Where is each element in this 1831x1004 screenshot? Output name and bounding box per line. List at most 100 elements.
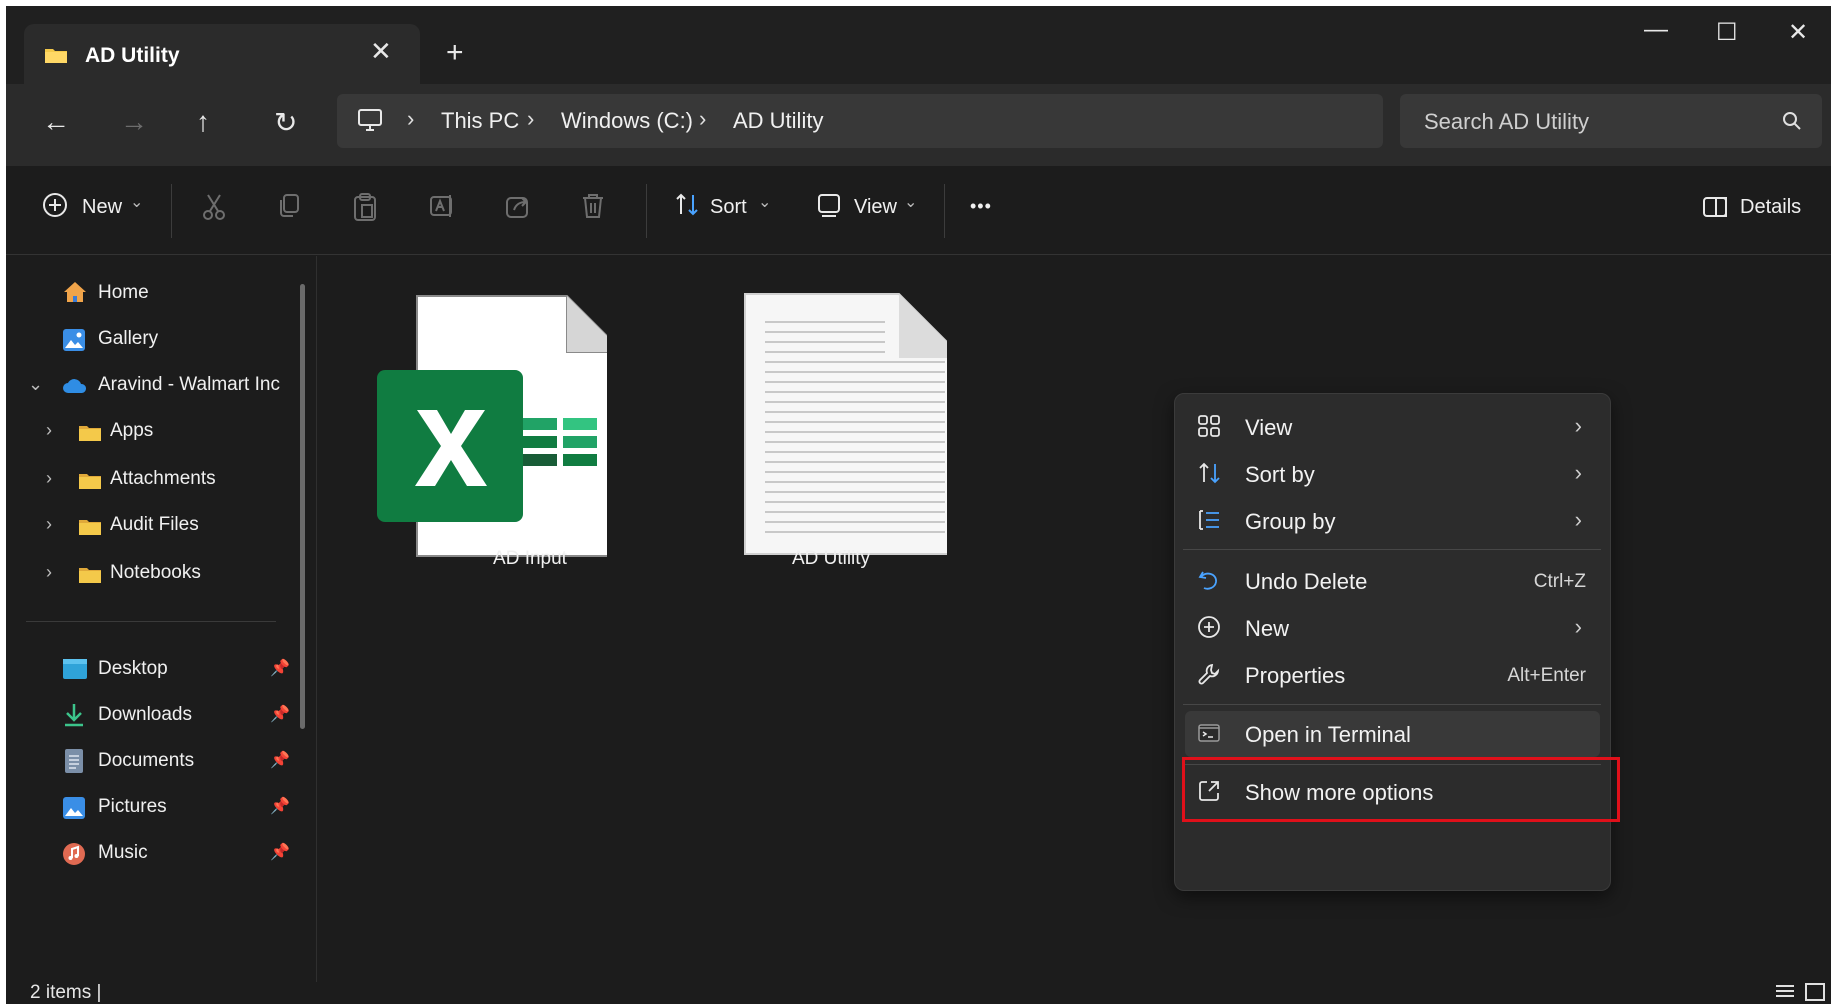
forward-button[interactable]: → <box>120 106 148 138</box>
view-button[interactable]: View <box>854 196 897 219</box>
view-chevron-icon: ⌄ <box>904 194 918 211</box>
menu-item-sort-by[interactable]: Sort by › <box>1175 451 1610 497</box>
excel-file-icon <box>377 294 624 565</box>
breadcrumb-windows-c[interactable]: Windows (C:) <box>561 108 693 134</box>
folder-icon <box>78 424 102 447</box>
item-count: 2 items | <box>30 982 102 1003</box>
pin-icon[interactable]: 📌 <box>270 750 290 770</box>
sidebar-item-notebooks[interactable]: Notebooks <box>110 562 201 584</box>
new-plus-icon <box>42 192 68 223</box>
menu-item-group-by[interactable]: Group by › <box>1175 498 1610 544</box>
tab-close-button[interactable]: ✕ <box>370 36 392 67</box>
menu-item-view[interactable]: View › <box>1175 404 1610 450</box>
menu-label: View <box>1245 415 1293 440</box>
toolbar-divider <box>646 184 647 238</box>
up-button[interactable]: ↑ <box>196 106 210 138</box>
paste-icon[interactable] <box>352 192 378 227</box>
details-button[interactable]: Details <box>1740 196 1801 219</box>
tiles-view-icon[interactable] <box>1804 982 1826 1004</box>
breadcrumb-separator: › <box>527 106 535 131</box>
minimize-button[interactable]: — <box>1644 16 1668 44</box>
submenu-arrow-icon: › <box>1574 507 1582 532</box>
menu-label: New <box>1245 616 1290 641</box>
monitor-icon <box>357 108 383 137</box>
gallery-icon <box>62 328 86 357</box>
downloads-icon <box>62 702 86 733</box>
menu-label: Open in Terminal <box>1245 722 1411 747</box>
copy-icon[interactable] <box>276 192 302 225</box>
pictures-icon <box>62 796 86 825</box>
rename-icon[interactable] <box>428 192 456 225</box>
breadcrumb-ad-utility[interactable]: AD Utility <box>733 108 823 134</box>
sort-icon <box>674 192 702 223</box>
sidebar-scrollbar[interactable] <box>300 284 305 729</box>
sidebar-item-downloads[interactable]: Downloads <box>98 704 192 726</box>
shortcut-label: Alt+Enter <box>1507 665 1586 686</box>
pin-icon[interactable]: 📌 <box>270 658 290 678</box>
undo-icon <box>1197 568 1221 597</box>
file-label[interactable]: AD Input <box>420 548 640 570</box>
submenu-arrow-icon: › <box>1574 460 1582 485</box>
sidebar-item-audit-files[interactable]: Audit Files <box>110 514 199 536</box>
pin-icon[interactable]: 📌 <box>270 704 290 724</box>
menu-item-new[interactable]: New › <box>1175 605 1610 651</box>
menu-label: Undo Delete <box>1245 569 1368 594</box>
file-label[interactable]: AD Utility <box>721 548 941 570</box>
shortcut-label: Ctrl+Z <box>1533 571 1586 592</box>
submenu-arrow-icon: › <box>1574 614 1582 639</box>
sidebar-item-home[interactable]: Home <box>98 282 149 304</box>
menu-label: Properties <box>1245 663 1346 688</box>
search-box[interactable]: Search AD Utility <box>1400 94 1822 148</box>
expand-chevron-icon[interactable]: ⌄ <box>28 374 43 395</box>
back-button[interactable]: ← <box>42 106 70 138</box>
new-button[interactable]: New <box>82 196 122 219</box>
expand-chevron-icon[interactable]: › <box>46 562 52 583</box>
file-item-ad-utility[interactable] <box>717 292 964 572</box>
sidebar-item-attachments[interactable]: Attachments <box>110 468 216 490</box>
sidebar-item-apps[interactable]: Apps <box>110 420 153 442</box>
group-by-icon <box>1197 508 1221 537</box>
menu-item-properties[interactable]: Properties Alt+Enter <box>1175 652 1610 698</box>
details-pane-icon <box>1702 196 1728 223</box>
sidebar-item-documents[interactable]: Documents <box>98 750 194 772</box>
music-icon <box>62 842 86 871</box>
terminal-icon <box>1197 721 1221 750</box>
expand-chevron-icon[interactable]: › <box>46 468 52 489</box>
details-view-icon[interactable] <box>1774 982 1796 1004</box>
wrench-icon <box>1197 662 1221 691</box>
sidebar-item-gallery[interactable]: Gallery <box>98 328 158 350</box>
address-bar[interactable]: › This PC › Windows (C:) › AD Utility <box>337 94 1383 148</box>
sort-chevron-icon: ⌄ <box>758 194 772 211</box>
refresh-button[interactable]: ↻ <box>274 106 297 139</box>
pin-icon[interactable]: 📌 <box>270 796 290 816</box>
search-placeholder: Search AD Utility <box>1424 109 1590 134</box>
expand-chevron-icon[interactable]: › <box>46 420 52 441</box>
sidebar-item-music[interactable]: Music <box>98 842 148 864</box>
folder-icon <box>78 566 102 589</box>
sidebar-item-desktop[interactable]: Desktop <box>98 658 168 680</box>
delete-icon[interactable] <box>580 192 606 225</box>
sort-button[interactable]: Sort <box>710 196 747 219</box>
menu-item-undo-delete[interactable]: Undo Delete Ctrl+Z <box>1175 558 1610 604</box>
expand-chevron-icon[interactable]: › <box>46 514 52 535</box>
sidebar-item-onedrive[interactable]: Aravind - Walmart Inc <box>98 374 280 396</box>
maximize-button[interactable]: ☐ <box>1716 18 1738 47</box>
sidebar-item-pictures[interactable]: Pictures <box>98 796 167 818</box>
command-bar: New ⌄ Sort ⌄ View ⌄ ••• Details <box>6 166 1831 255</box>
menu-item-open-in-terminal[interactable]: Open in Terminal <box>1185 711 1600 757</box>
cut-icon[interactable] <box>200 192 228 227</box>
breadcrumb-this-pc[interactable]: This PC <box>441 108 519 134</box>
folder-icon <box>78 472 102 495</box>
new-chevron-icon: ⌄ <box>130 194 144 211</box>
toolbar-divider <box>944 184 945 238</box>
file-item-ad-input[interactable] <box>377 294 624 574</box>
new-tab-button[interactable]: + <box>446 36 464 70</box>
breadcrumb-separator: › <box>407 106 415 131</box>
share-icon[interactable] <box>504 192 532 225</box>
submenu-arrow-icon: › <box>1574 413 1582 438</box>
pin-icon[interactable]: 📌 <box>270 842 290 862</box>
more-options-button[interactable]: ••• <box>970 196 992 217</box>
sidebar-divider <box>26 621 276 622</box>
tab-ad-utility[interactable]: AD Utility ✕ <box>24 24 420 84</box>
window-close-button[interactable]: ✕ <box>1788 18 1808 47</box>
